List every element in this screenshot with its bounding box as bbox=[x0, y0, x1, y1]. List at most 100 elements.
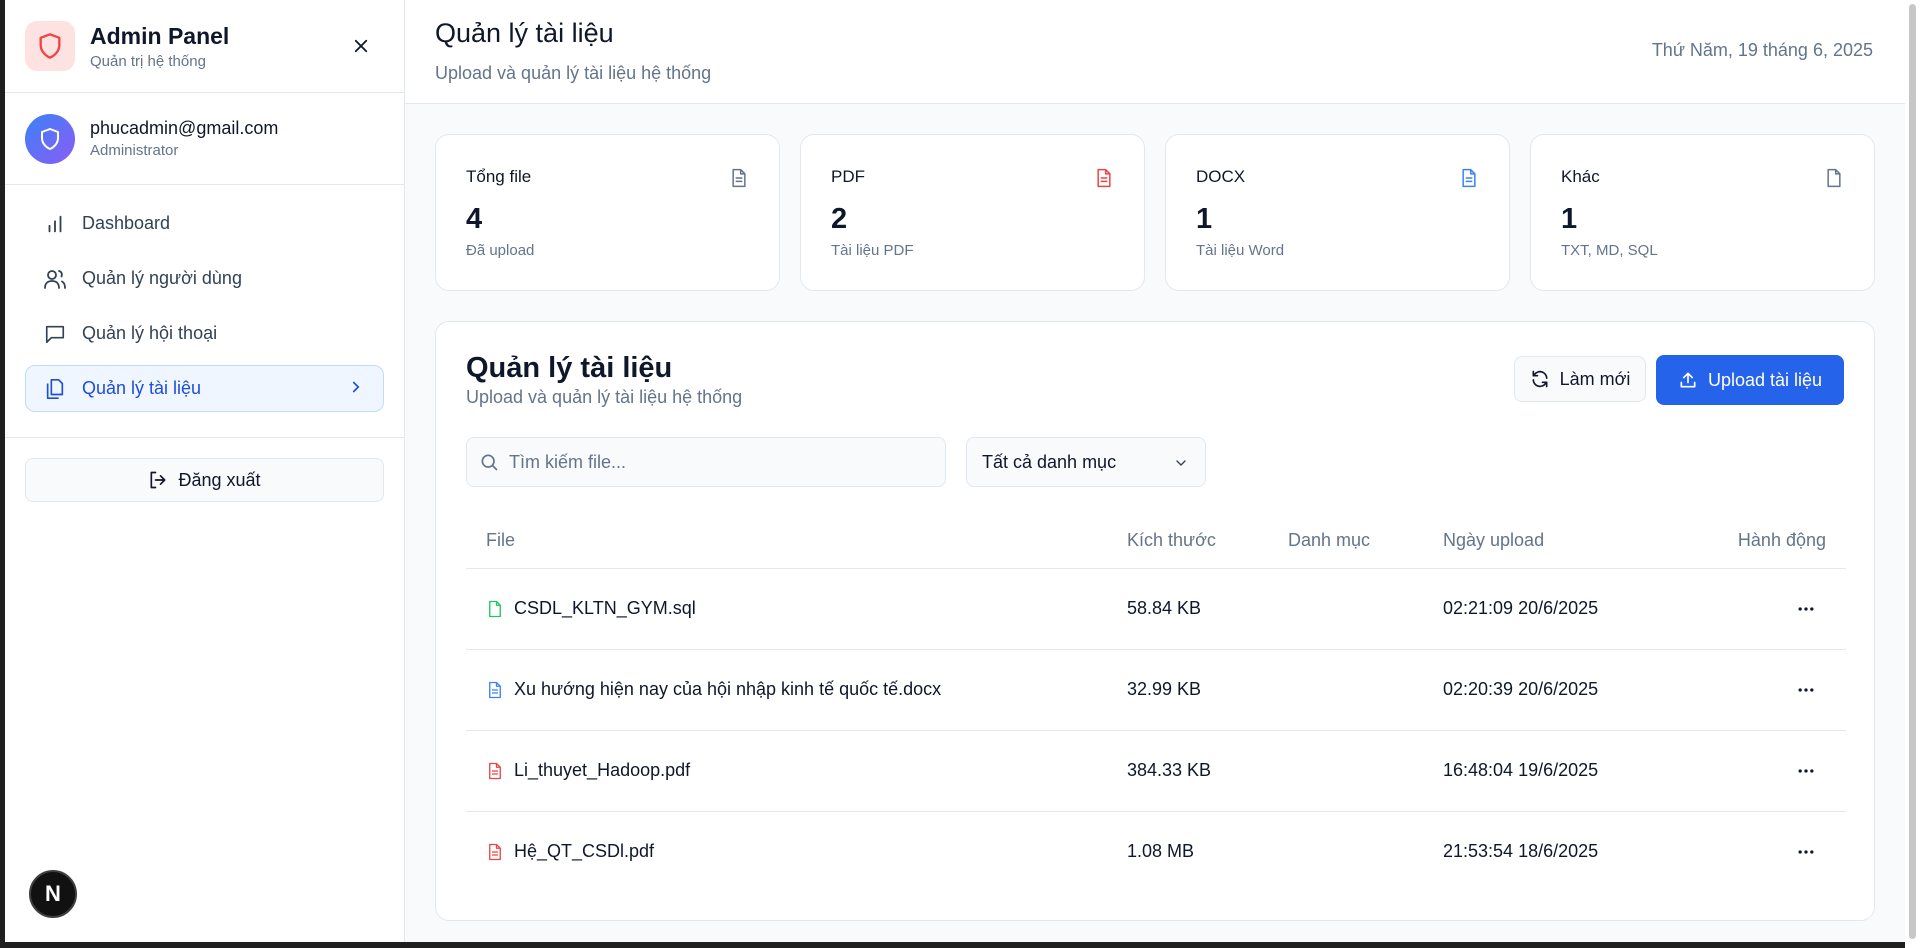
brand-subtitle: Quản trị hệ thống bbox=[90, 52, 206, 70]
file-date: 02:21:09 20/6/2025 bbox=[1423, 568, 1663, 650]
stat-label: DOCX bbox=[1196, 167, 1246, 186]
files-icon bbox=[42, 376, 68, 402]
brand-title: Admin Panel bbox=[90, 22, 230, 49]
table-row[interactable]: Xu hướng hiện nay của hội nhập kinh tế q… bbox=[466, 649, 1846, 731]
stat-value: 2 bbox=[831, 203, 848, 235]
logout-button[interactable]: Đăng xuất bbox=[25, 458, 384, 502]
sidebar-item-label: Quản lý hội thoại bbox=[82, 323, 218, 343]
table-row[interactable]: CSDL_KLTN_GYM.sql 58.84 KB 02:21:09 20/6… bbox=[466, 568, 1846, 650]
stat-card-other: Khác 1 TXT, MD, SQL bbox=[1530, 134, 1875, 291]
more-horizontal-icon bbox=[1798, 606, 1814, 611]
sidebar-item-documents[interactable]: Quản lý tài liệu bbox=[25, 365, 384, 412]
stat-desc: Đã upload bbox=[466, 242, 535, 259]
pdf-file-icon bbox=[486, 843, 504, 861]
file-size: 58.84 KB bbox=[1107, 568, 1268, 650]
table-header-row: File Kích thước Danh mục Ngày upload Hàn… bbox=[466, 514, 1846, 569]
column-header-file[interactable]: File bbox=[466, 514, 1107, 569]
refresh-icon bbox=[1530, 369, 1550, 389]
sidebar-item-dashboard[interactable]: Dashboard bbox=[25, 200, 384, 247]
app-window: Admin Panel Quản trị hệ thống phucadmin@… bbox=[5, 0, 1905, 942]
stat-value: 1 bbox=[1561, 203, 1578, 235]
chevron-right-icon bbox=[347, 378, 365, 401]
stat-desc: Tài liệu Word bbox=[1196, 242, 1285, 259]
sidebar-nav: Dashboard Quản lý người dùng Quản lý hội… bbox=[5, 185, 404, 438]
current-date: Thứ Năm, 19 tháng 6, 2025 bbox=[1651, 40, 1873, 60]
dev-tools-badge[interactable]: N bbox=[29, 870, 77, 918]
page-header: Quản lý tài liệu Upload và quản lý tài l… bbox=[405, 0, 1905, 104]
sql-file-icon bbox=[486, 600, 504, 618]
column-header-date[interactable]: Ngày upload bbox=[1423, 514, 1663, 569]
file-size: 384.33 KB bbox=[1107, 730, 1268, 812]
sidebar-item-label: Quản lý tài liệu bbox=[82, 378, 202, 398]
sidebar-item-users[interactable]: Quản lý người dùng bbox=[25, 255, 384, 302]
sidebar-item-label: Dashboard bbox=[82, 213, 171, 233]
documents-card: Quản lý tài liệu Upload và quản lý tài l… bbox=[435, 321, 1875, 921]
refresh-button[interactable]: Làm mới bbox=[1514, 356, 1646, 402]
row-actions-button[interactable] bbox=[1683, 599, 1826, 619]
column-header-size[interactable]: Kích thước bbox=[1107, 514, 1268, 569]
file-name[interactable]: Li_thuyet_Hadoop.pdf bbox=[514, 760, 690, 781]
stat-card-docx: DOCX 1 Tài liệu Word bbox=[1165, 134, 1510, 291]
close-sidebar-button[interactable] bbox=[348, 33, 374, 59]
column-header-category[interactable]: Danh mục bbox=[1268, 514, 1423, 569]
file-date: 21:53:54 18/6/2025 bbox=[1443, 841, 1599, 862]
sidebar: Admin Panel Quản trị hệ thống phucadmin@… bbox=[5, 0, 405, 942]
shield-icon bbox=[41, 127, 59, 150]
scrollbar-thumb[interactable] bbox=[1909, 4, 1916, 939]
sidebar-header: Admin Panel Quản trị hệ thống bbox=[5, 0, 404, 93]
row-actions-button[interactable] bbox=[1683, 761, 1826, 781]
search-icon bbox=[481, 454, 498, 471]
sidebar-item-label: Quản lý người dùng bbox=[82, 268, 242, 288]
stat-label: Khác bbox=[1561, 167, 1600, 186]
docx-file-icon bbox=[1459, 168, 1479, 193]
file-text-icon bbox=[729, 168, 749, 193]
logout-label: Đăng xuất bbox=[178, 469, 261, 490]
stat-desc: Tài liệu PDF bbox=[831, 242, 914, 259]
upload-button[interactable]: Upload tài liệu bbox=[1656, 355, 1844, 405]
stat-card-pdf: PDF 2 Tài liệu PDF bbox=[800, 134, 1145, 291]
upload-icon bbox=[1678, 370, 1698, 390]
file-category bbox=[1268, 568, 1423, 650]
page-subtitle: Upload và quản lý tài liệu hệ thống bbox=[435, 63, 712, 83]
file-name[interactable]: Xu hướng hiện nay của hội nhập kinh tế q… bbox=[514, 679, 941, 700]
file-icon bbox=[1824, 168, 1844, 193]
column-header-action: Hành động bbox=[1663, 514, 1846, 569]
row-actions-button[interactable] bbox=[1683, 842, 1826, 862]
refresh-label: Làm mới bbox=[1559, 368, 1631, 389]
close-icon bbox=[354, 39, 368, 53]
stats-row: Tổng file 4 Đã upload PDF 2 Tài liệu PDF… bbox=[435, 134, 1875, 291]
search-input[interactable] bbox=[509, 451, 929, 473]
stat-label: PDF bbox=[831, 167, 865, 186]
bar-chart-icon bbox=[42, 211, 68, 237]
stat-card-total: Tổng file 4 Đã upload bbox=[435, 134, 780, 291]
docx-file-icon bbox=[486, 681, 504, 699]
file-size: 1.08 MB bbox=[1127, 841, 1195, 862]
file-category bbox=[1268, 811, 1423, 892]
main-content: Quản lý tài liệu Upload và quản lý tài l… bbox=[405, 0, 1905, 942]
file-name[interactable]: CSDL_KLTN_GYM.sql bbox=[514, 598, 696, 619]
file-date: 02:20:39 20/6/2025 bbox=[1423, 649, 1663, 731]
file-name[interactable]: Hệ_QT_CSDl.pdf bbox=[514, 841, 654, 862]
chevron-down-icon bbox=[1173, 455, 1189, 471]
file-category bbox=[1268, 730, 1423, 812]
window-scrollbar[interactable] bbox=[1905, 0, 1920, 948]
stat-desc: TXT, MD, SQL bbox=[1561, 242, 1658, 259]
user-role: Administrator bbox=[90, 142, 179, 159]
table-row[interactable]: Li_thuyet_Hadoop.pdf 384.33 KB 16:48:04 … bbox=[466, 730, 1846, 812]
logout-icon bbox=[148, 470, 168, 490]
sidebar-item-conversations[interactable]: Quản lý hội thoại bbox=[25, 310, 384, 357]
documents-table: File Kích thước Danh mục Ngày upload Hàn… bbox=[466, 514, 1846, 892]
more-horizontal-icon bbox=[1798, 687, 1814, 692]
more-horizontal-icon bbox=[1798, 850, 1814, 854]
upload-label: Upload tài liệu bbox=[1707, 369, 1823, 390]
user-email: phucadmin@gmail.com bbox=[90, 118, 279, 138]
category-select[interactable]: Tất cả danh mục bbox=[966, 437, 1206, 487]
shield-logo-icon bbox=[25, 21, 75, 71]
pdf-file-icon bbox=[1094, 168, 1114, 193]
row-actions-button[interactable] bbox=[1683, 680, 1826, 700]
users-icon bbox=[42, 266, 68, 292]
search-box bbox=[466, 437, 946, 487]
pdf-file-icon bbox=[486, 762, 504, 780]
user-profile: phucadmin@gmail.com Administrator bbox=[5, 93, 404, 185]
table-row[interactable]: Hệ_QT_CSDl.pdf 1.08 MB 21:53:54 18/6/202… bbox=[466, 811, 1846, 892]
